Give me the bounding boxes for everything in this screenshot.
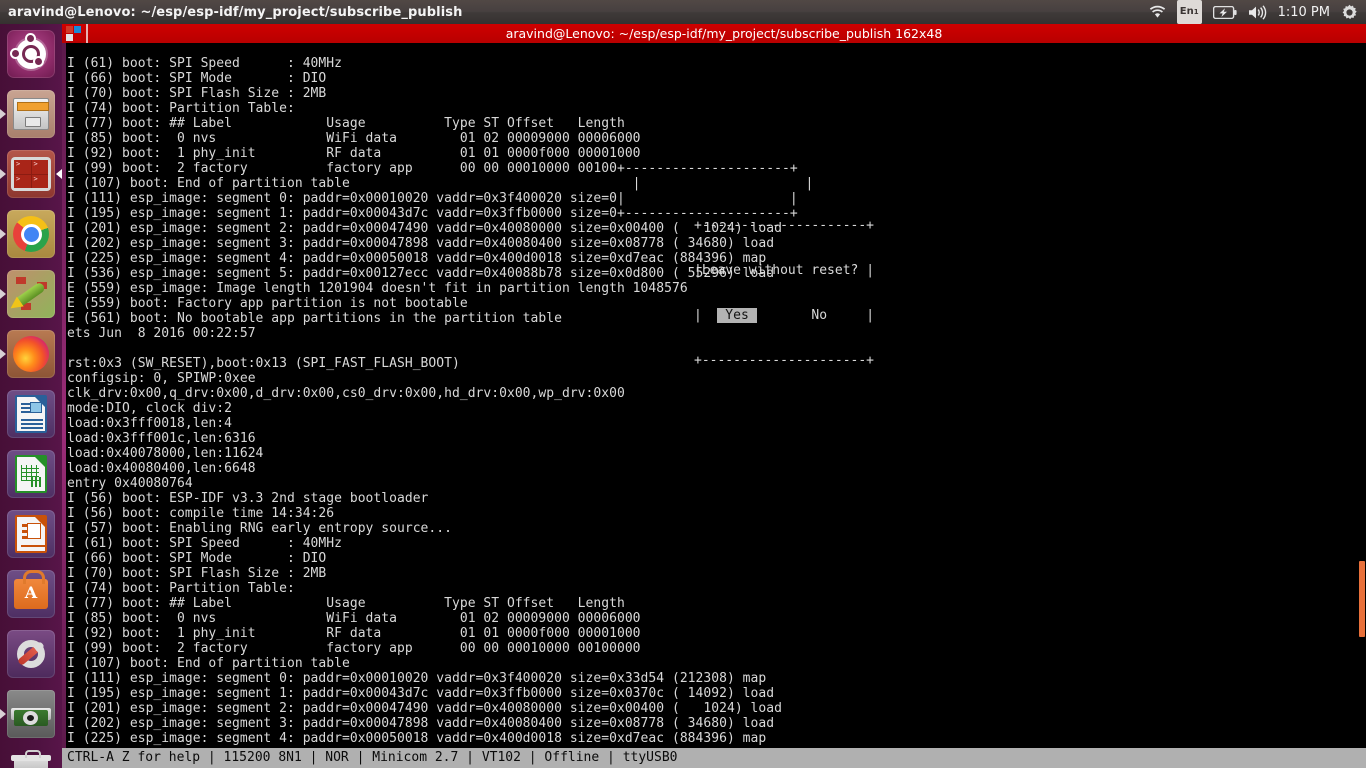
- libreoffice-writer-icon: [7, 390, 55, 438]
- running-indicator-left: [0, 289, 6, 299]
- launcher-item-inkscape[interactable]: [0, 264, 62, 324]
- launcher-dock: [0, 24, 62, 768]
- battery-icon[interactable]: [1212, 0, 1237, 24]
- trash-icon: [7, 750, 55, 768]
- launcher-item-files[interactable]: [0, 84, 62, 144]
- dialog-top-border: +---------------------+: [694, 218, 875, 233]
- keyboard-layout-sub: 1: [1193, 8, 1199, 16]
- focused-indicator-right: [56, 169, 62, 179]
- ubuntu-dash-icon: [7, 30, 55, 78]
- panel-window-title: aravind@Lenovo: ~/esp/esp-idf/my_project…: [8, 4, 463, 20]
- dialog-spacer: [757, 308, 812, 323]
- running-indicator-left: [0, 709, 6, 719]
- panel-indicators: En 1 1:10 PM: [1149, 0, 1366, 24]
- inkscape-icon: [7, 270, 55, 318]
- dialog-spacer: [702, 308, 718, 323]
- launcher-item-libreoffice-calc[interactable]: [0, 444, 62, 504]
- launcher-item-libreoffice-impress[interactable]: [0, 504, 62, 564]
- dialog-spacer: [827, 308, 866, 323]
- terminal-scrollbar-left[interactable]: [62, 43, 66, 748]
- launcher-item-scanner[interactable]: [0, 684, 62, 744]
- libreoffice-impress-icon: [7, 510, 55, 558]
- launcher-item-firefox[interactable]: [0, 324, 62, 384]
- dialog-yes-button[interactable]: Yes: [717, 308, 757, 323]
- dialog-button-row: | Yes No |: [694, 308, 874, 323]
- launcher-item-terminal[interactable]: [0, 144, 62, 204]
- system-menu-gear-icon[interactable]: [1341, 0, 1358, 24]
- wifi-icon[interactable]: [1149, 0, 1166, 24]
- window-menu-icon[interactable]: [66, 26, 81, 41]
- launcher-item-ubuntu-dash[interactable]: [0, 24, 62, 84]
- launcher-item-ubuntu-software[interactable]: [0, 564, 62, 624]
- chrome-icon: [7, 210, 55, 258]
- top-panel: aravind@Lenovo: ~/esp/esp-idf/my_project…: [0, 0, 1366, 24]
- launcher-item-trash[interactable]: [0, 744, 62, 768]
- libreoffice-calc-icon: [7, 450, 55, 498]
- launcher-item-chrome[interactable]: [0, 204, 62, 264]
- scanner-icon: [7, 690, 55, 738]
- terminal-body[interactable]: I (61) boot: SPI Speed : 40MHz I (66) bo…: [62, 43, 1366, 768]
- dialog-right-edge: |: [866, 263, 875, 278]
- dialog-title: Leave without reset?: [701, 263, 867, 278]
- launcher-item-libreoffice-writer[interactable]: [0, 384, 62, 444]
- volume-icon[interactable]: [1248, 0, 1267, 24]
- terminal-scrollbar-thumb[interactable]: [1359, 561, 1365, 637]
- terminal-title-text: aravind@Lenovo: ~/esp/esp-idf/my_project…: [505, 26, 943, 41]
- running-indicator-left: [0, 109, 6, 119]
- terminal-icon: [7, 150, 55, 198]
- terminal-titlebar[interactable]: aravind@Lenovo: ~/esp/esp-idf/my_project…: [62, 24, 1366, 43]
- files-icon: [7, 90, 55, 138]
- running-indicator-left: [0, 169, 6, 179]
- firefox-icon: [7, 330, 55, 378]
- ubuntu-software-icon: [7, 570, 55, 618]
- dialog-bottom-border: +---------------------+: [694, 353, 875, 368]
- running-indicator-left: [0, 349, 6, 359]
- system-settings-icon: [7, 630, 55, 678]
- terminal-status-bar: CTRL-A Z for help | 115200 8N1 | NOR | M…: [62, 748, 1366, 768]
- dialog-left-edge: |: [694, 308, 702, 323]
- dialog-left-edge: |: [694, 263, 702, 278]
- titlebar-divider: [86, 24, 88, 43]
- dialog-right-edge: |: [866, 308, 875, 323]
- dialog-title-row: |Leave without reset? |: [694, 263, 874, 278]
- keyboard-layout-indicator[interactable]: En 1: [1176, 0, 1202, 24]
- terminal-output: I (61) boot: SPI Speed : 40MHz I (66) bo…: [67, 56, 814, 746]
- terminal-window: aravind@Lenovo: ~/esp/esp-idf/my_project…: [62, 24, 1366, 768]
- leave-without-reset-dialog[interactable]: +---------------------+ |Leave without r…: [694, 188, 874, 398]
- launcher-item-system-settings[interactable]: [0, 624, 62, 684]
- keyboard-layout-label: En: [1179, 6, 1194, 17]
- running-indicator-left: [0, 229, 6, 239]
- clock[interactable]: 1:10 PM: [1278, 0, 1330, 24]
- dialog-no-button[interactable]: No: [811, 308, 827, 323]
